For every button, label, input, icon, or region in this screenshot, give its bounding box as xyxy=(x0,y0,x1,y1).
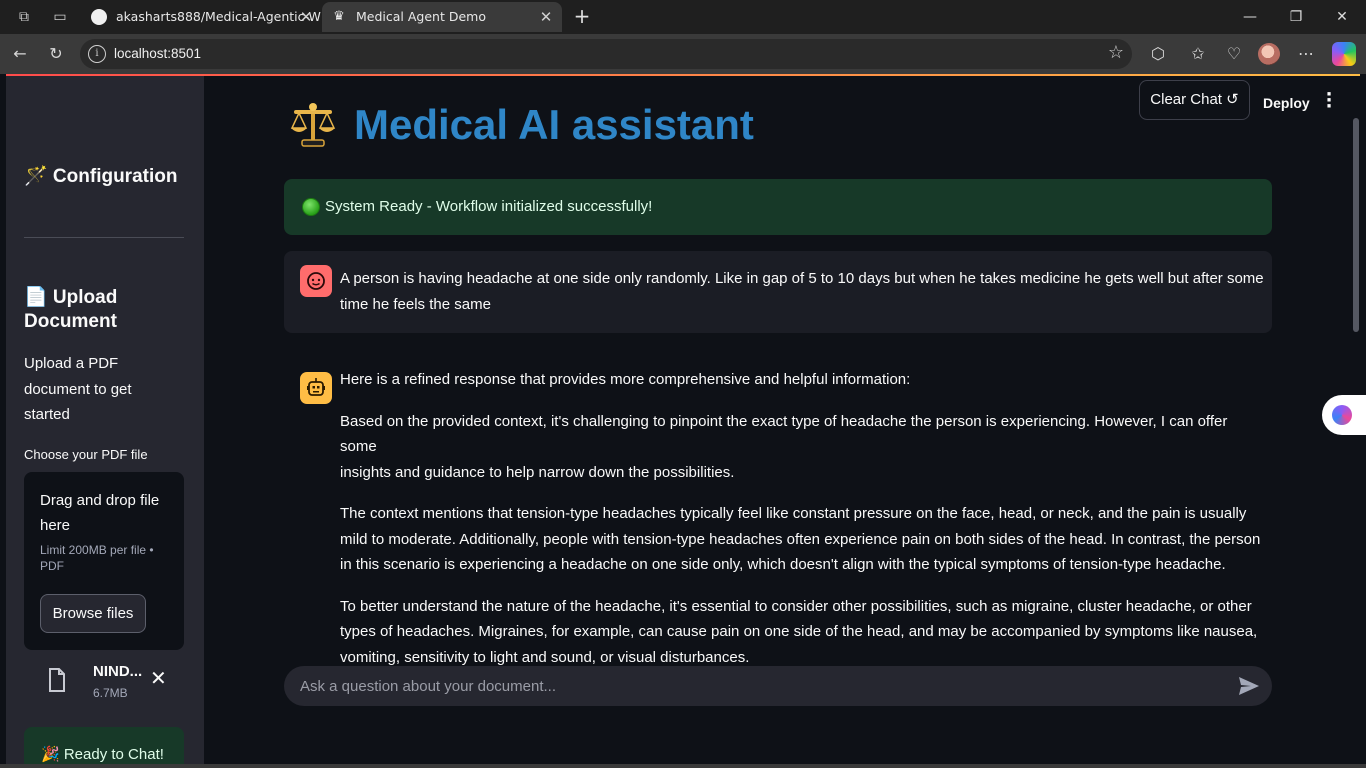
message-line: time he feels the same xyxy=(340,295,491,313)
clear-chat-button[interactable]: Clear Chat ↺ xyxy=(1139,80,1250,120)
browser-tab-github[interactable]: akasharts888/Medical-Agentic-W ✕ xyxy=(82,2,322,32)
close-icon[interactable]: ✕ xyxy=(538,2,554,32)
upload-help-text: Upload a PDF xyxy=(24,355,119,372)
dropzone-title: Drag and drop file here xyxy=(40,488,180,538)
site-info-icon[interactable]: i xyxy=(88,45,106,63)
tab-title: akasharts888/Medical-Agentic-W xyxy=(116,9,321,24)
browser-tabstrip: ⧉ ▭ akasharts888/Medical-Agentic-W ✕ ♛ M… xyxy=(0,0,1366,34)
upload-heading-continued: Document xyxy=(24,311,117,332)
address-bar[interactable]: i localhost:8501 ☆ xyxy=(80,39,1132,69)
window-bottom-edge xyxy=(0,764,1366,768)
assistant-message-text: Here is a refined response that provides… xyxy=(340,367,1264,670)
send-icon[interactable] xyxy=(1238,676,1260,696)
restore-icon[interactable]: ❐ xyxy=(1274,2,1318,32)
scrollbar[interactable] xyxy=(1353,118,1359,332)
file-dropzone[interactable]: Drag and drop file here Limit 200MB per … xyxy=(24,472,184,650)
message-line: types of headaches. Migraines, for examp… xyxy=(340,623,1258,640)
message-line: To better understand the nature of the h… xyxy=(340,597,1252,615)
dropzone-limit: Limit 200MB per file • PDF xyxy=(40,542,175,574)
system-status-text: System Ready - Workflow initialized succ… xyxy=(325,198,653,215)
copilot-icon[interactable] xyxy=(1332,42,1356,66)
new-tab-button[interactable]: + xyxy=(570,4,594,28)
file-icon xyxy=(49,668,65,692)
tab-title: Medical Agent Demo xyxy=(356,9,486,24)
ready-to-chat-alert: 🎉 Ready to Chat! xyxy=(24,727,184,764)
github-icon xyxy=(91,9,107,25)
chat-input[interactable] xyxy=(300,666,1220,706)
configuration-heading: 🪄 Configuration xyxy=(24,166,178,187)
main-menu-icon[interactable]: · · · xyxy=(1324,86,1334,116)
workspaces-icon[interactable]: ⧉ xyxy=(14,7,34,27)
deploy-button[interactable]: Deploy xyxy=(1263,95,1310,111)
sidebar-divider xyxy=(24,237,184,238)
favorites-icon[interactable]: ✩ xyxy=(1186,42,1210,66)
dropzone-limit-line: Limit 200MB per file • xyxy=(40,543,154,557)
reload-icon[interactable]: ↻ xyxy=(44,42,68,66)
favorite-star-icon[interactable]: ☆ xyxy=(1108,42,1124,63)
browser-toolbar: ← ↻ i localhost:8501 ☆ ⬡ ✩ ♡ ⋯ xyxy=(0,34,1366,74)
back-icon[interactable]: ← xyxy=(8,42,32,66)
green-circle-icon xyxy=(302,198,320,216)
sidebar: 🪄 Configuration 📄 Upload Document Upload… xyxy=(6,76,204,764)
uploaded-file-size: 6.7MB xyxy=(93,686,128,700)
more-options-icon[interactable]: ⋯ xyxy=(1294,42,1318,66)
system-status-alert: System Ready - Workflow initialized succ… xyxy=(284,179,1272,235)
dropzone-title-line: Drag and drop file xyxy=(40,492,160,509)
upload-help-text: started xyxy=(24,406,70,423)
profile-avatar[interactable] xyxy=(1258,43,1280,65)
close-icon[interactable]: ✕ xyxy=(298,2,314,32)
browser-tab-medical-agent[interactable]: ♛ Medical Agent Demo ✕ xyxy=(322,2,562,32)
upload-help-text: document to get xyxy=(24,380,132,398)
extensions-icon[interactable]: ⬡ xyxy=(1146,42,1170,66)
message-line: insights and guidance to help narrow dow… xyxy=(340,463,735,481)
uploaded-file-row: NIND... 6.7MB ✕ xyxy=(24,660,184,704)
page-title: Medical AI assistant xyxy=(354,101,754,148)
side-assistant-widget[interactable] xyxy=(1322,395,1366,435)
message-line: The context mentions that tension-type h… xyxy=(340,505,1247,522)
user-chat-message: A person is having headache at one side … xyxy=(284,251,1272,333)
message-line: in this scenario is experiencing a heada… xyxy=(340,556,1226,573)
minimize-icon[interactable]: — xyxy=(1228,2,1272,32)
user-avatar-icon xyxy=(300,265,332,297)
file-uploader-label: Choose your PDF file xyxy=(24,447,148,462)
window-close-icon[interactable]: ✕ xyxy=(1320,2,1364,32)
browse-files-button[interactable]: Browse files xyxy=(40,594,146,633)
url-text[interactable]: localhost:8501 xyxy=(114,39,201,69)
uploaded-file-name: NIND... xyxy=(93,663,143,680)
streamlit-crown-icon: ♛ xyxy=(333,9,345,24)
user-message-text: A person is having headache at one side … xyxy=(340,266,1264,317)
browser-essentials-icon[interactable]: ♡ xyxy=(1222,42,1246,66)
main-content: Clear Chat ↺ Deploy · · · Medical AI assis… xyxy=(204,76,1360,764)
tab-actions-icon[interactable]: ▭ xyxy=(50,7,70,27)
chat-input-container xyxy=(284,666,1272,706)
dropzone-limit-line: PDF xyxy=(40,559,64,573)
message-line: A person is having headache at one side … xyxy=(340,270,1264,287)
dropzone-title-line: here xyxy=(40,517,71,534)
remove-file-icon[interactable]: ✕ xyxy=(150,668,167,688)
assistant-chat-message: Here is a refined response that provides… xyxy=(284,358,1272,666)
scales-icon xyxy=(290,103,336,147)
bot-avatar-icon xyxy=(300,372,332,404)
brain-icon xyxy=(1332,405,1352,425)
message-line: Based on the provided context, it's chal… xyxy=(340,412,1228,456)
message-paragraph: Here is a refined response that provides… xyxy=(340,371,911,388)
ready-to-chat-text: 🎉 Ready to Chat! xyxy=(41,746,164,763)
upload-heading: 📄 Upload xyxy=(24,287,118,308)
message-line: mild to moderate. Additionally, people w… xyxy=(340,530,1261,548)
